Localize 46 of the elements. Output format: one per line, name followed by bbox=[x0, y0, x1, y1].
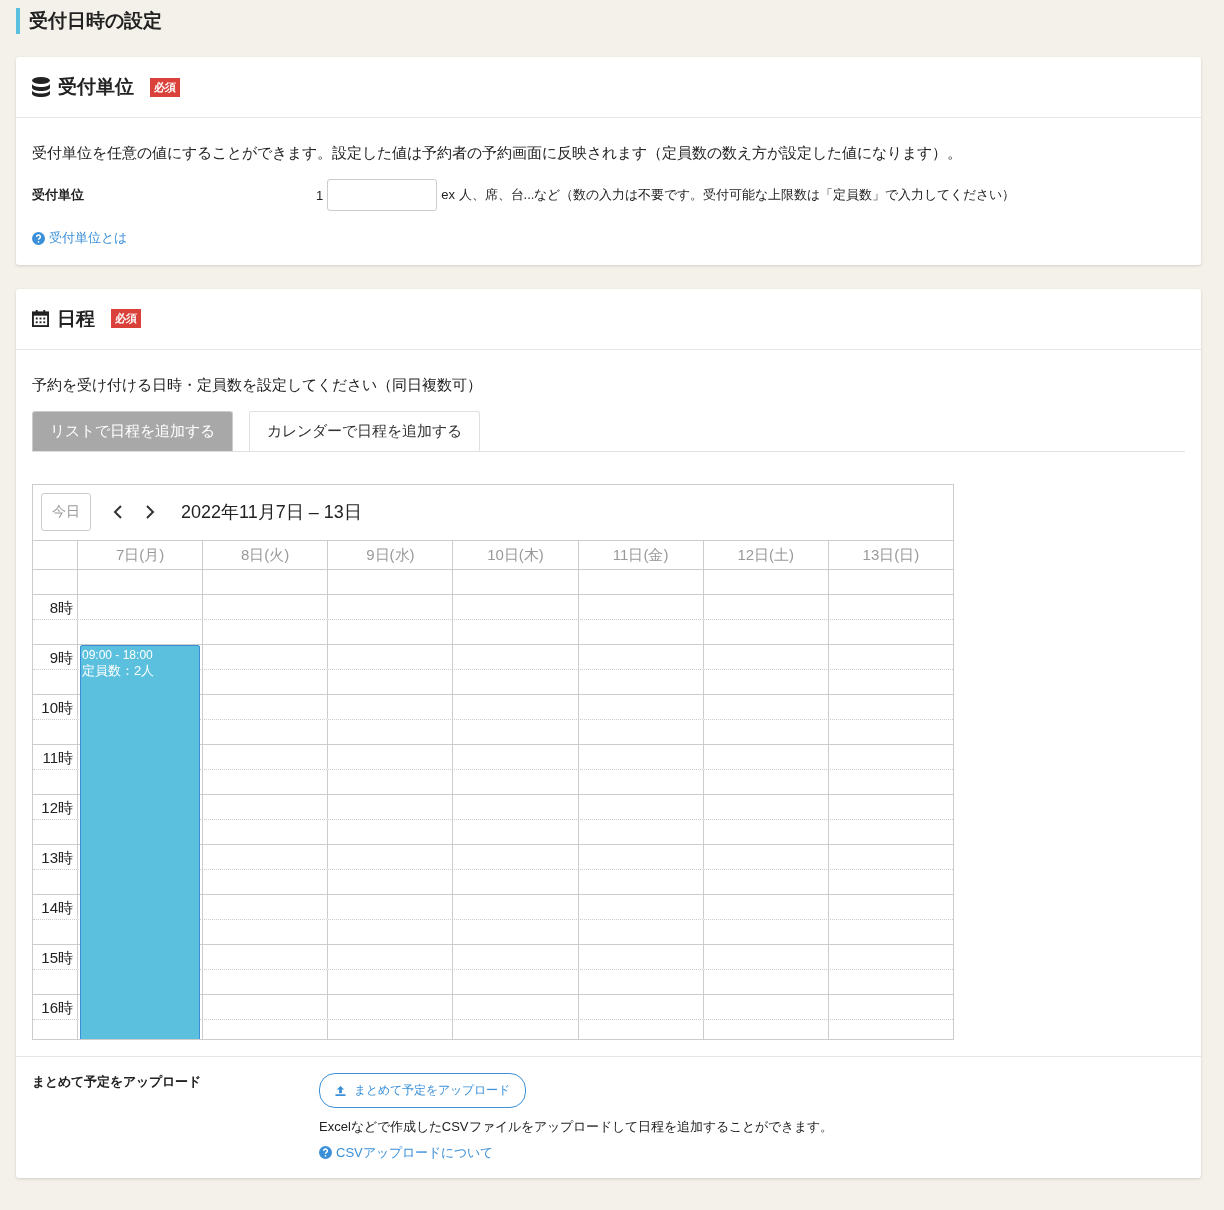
day-header: 7日(月) bbox=[78, 540, 204, 569]
hour-label: 13時 bbox=[41, 848, 73, 868]
hour-label: 9時 bbox=[49, 648, 73, 668]
next-icon[interactable] bbox=[145, 504, 155, 520]
hour-label: 8時 bbox=[49, 598, 73, 618]
upload-icon bbox=[335, 1084, 346, 1096]
help-link[interactable]: 受付単位とは bbox=[32, 229, 127, 247]
help-link[interactable]: CSVアップロードについて bbox=[319, 1143, 493, 1162]
hour-label: 15時 bbox=[41, 948, 73, 968]
database-icon bbox=[32, 77, 50, 97]
day-header: 12日(土) bbox=[703, 540, 829, 569]
hour-label: 16時 bbox=[41, 998, 73, 1018]
page-title: 受付日時の設定 bbox=[16, 8, 1201, 34]
tab[interactable]: カレンダーで日程を追加する bbox=[249, 410, 480, 451]
description-text: 予約を受け付ける日時・定員数を設定してください（同日複数可） bbox=[32, 375, 483, 395]
event-time: 09:00 - 18:00 bbox=[82, 647, 154, 662]
field-hint: ex 人、席、台...など（数の入力は不要です。受付可能な上限数は「定員数」で入力してください） bbox=[441, 186, 1016, 204]
help-icon bbox=[32, 231, 45, 245]
upload-label: まとめて予定をアップロード bbox=[32, 1072, 202, 1091]
hour-label: 10時 bbox=[41, 698, 73, 718]
tab[interactable]: リストで日程を追加する bbox=[32, 410, 233, 451]
section-title: 受付単位 bbox=[58, 75, 134, 99]
date-range-title: 2022年11月7日 – 13日 bbox=[181, 501, 362, 524]
upload-button[interactable]: まとめて予定をアップロード bbox=[319, 1072, 526, 1108]
required-badge: 必須 bbox=[150, 77, 180, 97]
day-header: 8日(火) bbox=[203, 540, 329, 569]
hour-label: 12時 bbox=[41, 798, 73, 818]
description-text: 受付単位を任意の値にすることができます。設定した値は予約者の予約画面に反映されます（定員数の数え方が設定した値になります）。 bbox=[32, 144, 963, 163]
calendar-icon bbox=[32, 310, 49, 327]
unit-input-field[interactable] bbox=[327, 179, 438, 211]
upload-description: Excelなどで作成したCSVファイルをアップロードして日程を追加することができます。 bbox=[319, 1117, 833, 1136]
previous-icon[interactable] bbox=[113, 504, 123, 520]
day-header: 9日(水) bbox=[328, 540, 454, 569]
event-block[interactable]: 09:00 - 18:00 定員数：2人 bbox=[80, 644, 200, 1039]
hour-label: 14時 bbox=[41, 898, 73, 918]
help-icon bbox=[319, 1146, 332, 1159]
today-button[interactable]: 今日 bbox=[41, 493, 91, 531]
day-header: 13日(日) bbox=[861, 544, 921, 565]
section-title: 日程 bbox=[57, 306, 95, 331]
day-header: 10日(木) bbox=[453, 540, 579, 569]
hour-label: 11時 bbox=[42, 748, 73, 768]
event-capacity: 定員数：2人 bbox=[82, 661, 156, 680]
field-prefix: 1 bbox=[316, 187, 324, 203]
field-label: 受付単位 bbox=[32, 186, 85, 204]
required-badge: 必須 bbox=[111, 309, 141, 328]
day-header: 11日(金) bbox=[578, 540, 704, 569]
